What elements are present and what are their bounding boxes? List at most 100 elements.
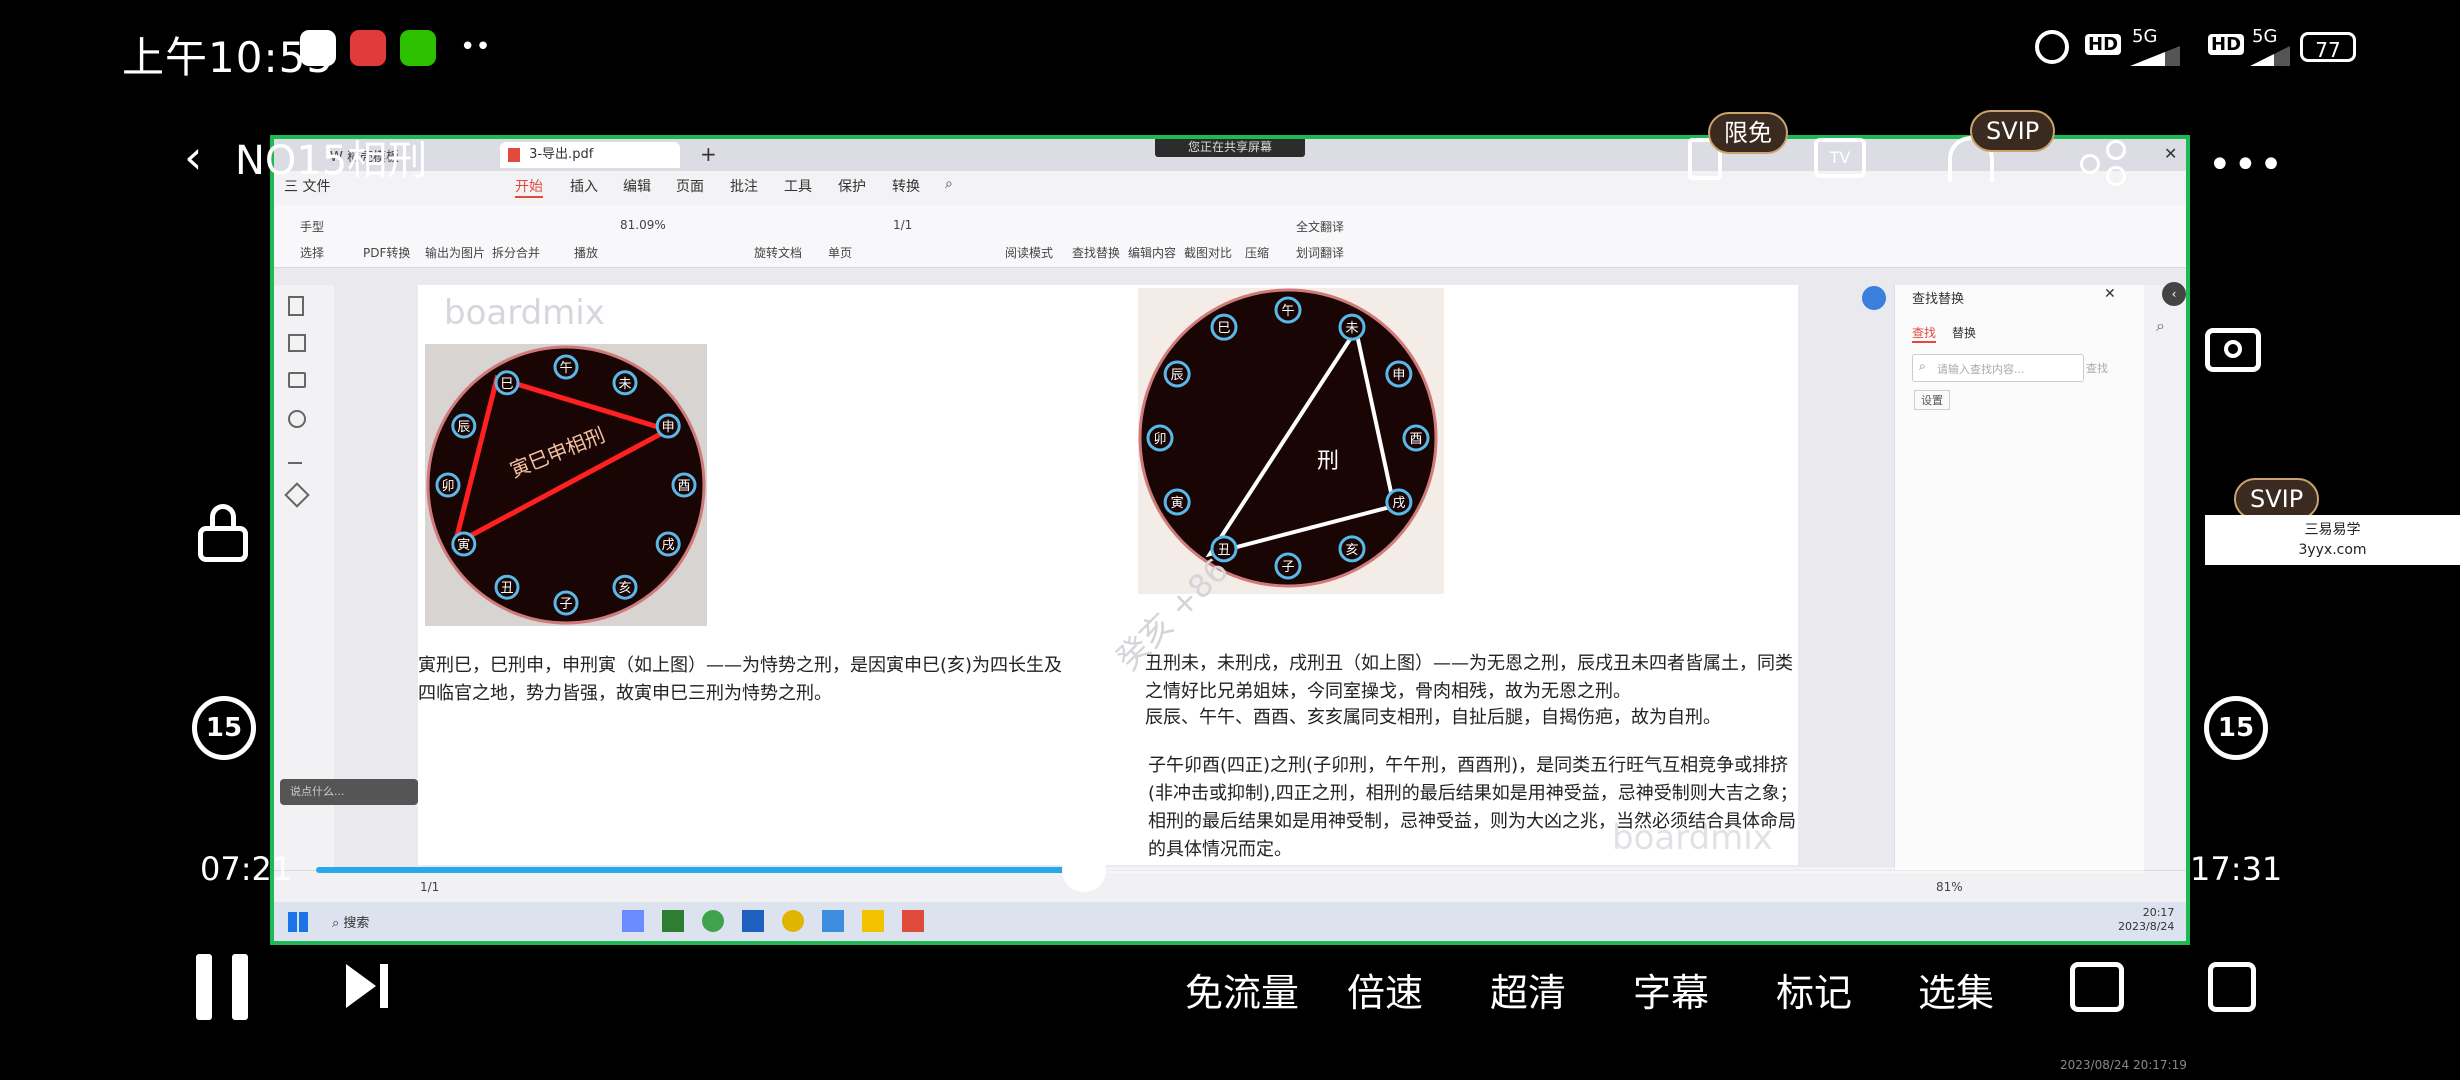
pip-icon[interactable] — [2070, 962, 2124, 1012]
progress-handle[interactable] — [1061, 848, 1106, 892]
wps-tab-pdf[interactable]: 3-导出.pdf — [500, 142, 680, 168]
taskbar-app-icons[interactable] — [622, 910, 942, 934]
comment-box[interactable]: 说点什么... — [280, 779, 418, 805]
tv-cast-icon[interactable]: TV — [1814, 138, 1866, 178]
rewind-15-button[interactable]: 15 — [192, 696, 256, 760]
signal-icon-2 — [2250, 46, 2290, 66]
share-icon[interactable] — [2080, 140, 2126, 186]
taskbar-clock-date: 2023/8/24 — [2118, 920, 2175, 933]
attachment-icon[interactable] — [288, 410, 306, 428]
site-watermark: 三易易学 3yyx.com — [2205, 515, 2460, 565]
panel-close-icon[interactable]: ✕ — [2104, 286, 2116, 302]
wechat-icon — [400, 30, 436, 66]
panel-tab-replace[interactable]: 替换 — [1952, 324, 1976, 341]
new-tab-button[interactable]: + — [700, 142, 717, 166]
panel-settings-button[interactable]: 设置 — [1914, 390, 1950, 410]
menu-start[interactable]: 开始 — [515, 176, 543, 198]
speed-button[interactable]: 倍速 — [1347, 962, 1423, 1017]
thumbnail-icon[interactable] — [288, 334, 306, 352]
tool-read-mode[interactable]: 阅读模式 — [1005, 244, 1053, 261]
app-icon-cloud — [300, 30, 336, 66]
rewind-15-label: 15 — [205, 713, 243, 743]
share-border-left — [270, 135, 274, 945]
app-icon-2[interactable] — [662, 910, 684, 932]
svip-badge: SVIP — [1970, 110, 2056, 152]
sign-icon[interactable] — [288, 448, 302, 464]
network-1: 5G — [2132, 26, 2158, 47]
rotate-screen-icon[interactable] — [2208, 962, 2256, 1012]
back-icon[interactable]: ‹ — [184, 130, 202, 184]
wheel2-node-label-9: 卯 — [1153, 432, 1166, 447]
next-episode-button[interactable] — [346, 964, 392, 1008]
side-search-icon[interactable]: ⌕ — [2156, 316, 2165, 336]
taskbar-search-label: 搜索 — [343, 916, 370, 931]
tool-compress[interactable]: 压缩 — [1245, 244, 1269, 261]
menu-annotate[interactable]: 批注 — [730, 176, 758, 196]
menu-protect[interactable]: 保护 — [838, 176, 866, 196]
app-icon-3[interactable] — [702, 910, 724, 932]
menu-edit[interactable]: 编辑 — [623, 176, 651, 196]
menu-insert[interactable]: 插入 — [570, 176, 598, 196]
pause-button[interactable] — [196, 954, 252, 1020]
app-icon-7[interactable] — [862, 910, 884, 932]
window-close-icon[interactable]: ✕ — [2164, 144, 2177, 163]
app-icon-5[interactable] — [782, 910, 804, 932]
subtitle-button[interactable]: 字幕 — [1633, 962, 1709, 1017]
alarm-icon — [2035, 30, 2069, 64]
tool-find-replace[interactable]: 查找替换 — [1072, 244, 1120, 261]
paragraph-right-3: 子午卯酉(四正)之刑(子卯刑，午午刑，酉酉刑)，是同类五行旺气互相竞争或排挤(非… — [1148, 755, 1798, 860]
tool-page-indicator[interactable]: 1/1 — [893, 218, 912, 232]
wheel1-node-label-9: 卯 — [441, 479, 454, 494]
windows-start-icon[interactable] — [288, 912, 308, 932]
status-page-indicator[interactable]: 1/1 — [420, 880, 439, 894]
app-icon-4[interactable] — [742, 910, 764, 932]
taskbar-search[interactable]: ⌕ 搜索 — [332, 912, 369, 931]
status-zoom[interactable]: 81% — [1936, 880, 1963, 894]
share-border-bottom — [270, 941, 2190, 945]
menu-tools[interactable]: 工具 — [784, 176, 812, 196]
side-collapse-icon[interactable]: ‹ — [2162, 282, 2186, 306]
data-saver-button[interactable]: 免流量 — [1185, 962, 1299, 1017]
tool-hand[interactable]: 手型 — [300, 218, 324, 235]
quality-button[interactable]: 超清 — [1490, 962, 1566, 1017]
collab-avatar[interactable] — [1862, 286, 1886, 310]
tool-split-merge[interactable]: 拆分合并 — [492, 244, 540, 261]
tool-export-image[interactable]: 输出为图片 — [425, 244, 485, 261]
episodes-button[interactable]: 选集 — [1918, 962, 1994, 1017]
bookmark-button[interactable]: 标记 — [1776, 962, 1852, 1017]
tool-word-translate[interactable]: 划词翻译 — [1296, 244, 1344, 261]
tool-edit-content[interactable]: 编辑内容 — [1128, 244, 1176, 261]
wheel1-node-label-5: 亥 — [618, 581, 631, 596]
tool-select[interactable]: 选择 — [300, 244, 324, 261]
app-icon-1[interactable] — [622, 910, 644, 932]
wheel-diagram-2: 午未申酉戌亥子 丑 寅 卯 辰 巳 刑 — [1138, 288, 1444, 594]
tool-pdf-convert[interactable]: PDF转换 — [363, 244, 410, 261]
bookmark-icon[interactable] — [288, 296, 304, 316]
tool-single-page[interactable]: 单页 — [828, 244, 852, 261]
panel-find-button[interactable]: 查找 — [2086, 360, 2108, 376]
more-options-icon[interactable]: ••• — [2208, 142, 2285, 188]
wheel2-node-label-10: 辰 — [1171, 368, 1184, 383]
panel-search-input[interactable]: ⌕ 请输入查找内容... — [1912, 354, 2084, 382]
camera-lens — [2224, 340, 2242, 358]
screenshot-icon[interactable] — [2205, 328, 2261, 372]
forward-15-label: 15 — [2217, 713, 2255, 743]
forward-15-button[interactable]: 15 — [2204, 696, 2268, 760]
wheel2-node-label-1: 未 — [1345, 321, 1358, 336]
tool-rotate[interactable]: 旋转文档 — [754, 244, 802, 261]
tool-compare[interactable]: 截图对比 — [1184, 244, 1232, 261]
video-title: NO15相刑 — [235, 138, 428, 184]
tool-zoom[interactable]: 81.09% — [620, 218, 666, 232]
wheel1-node-label-11: 巳 — [500, 377, 513, 392]
menu-search-icon[interactable]: ⌕ — [945, 176, 953, 192]
app-icon-wps[interactable] — [902, 910, 924, 932]
menu-convert[interactable]: 转换 — [892, 176, 920, 196]
tool-full-translate[interactable]: 全文翻译 — [1296, 218, 1344, 235]
app-icon-6[interactable] — [822, 910, 844, 932]
panel-tab-find[interactable]: 查找 — [1912, 324, 1937, 343]
wheel1-node-label-1: 未 — [618, 377, 631, 392]
comment-icon[interactable] — [288, 372, 306, 388]
lock-icon[interactable] — [198, 504, 252, 564]
menu-page[interactable]: 页面 — [676, 176, 704, 196]
tool-play[interactable]: 播放 — [574, 244, 598, 261]
